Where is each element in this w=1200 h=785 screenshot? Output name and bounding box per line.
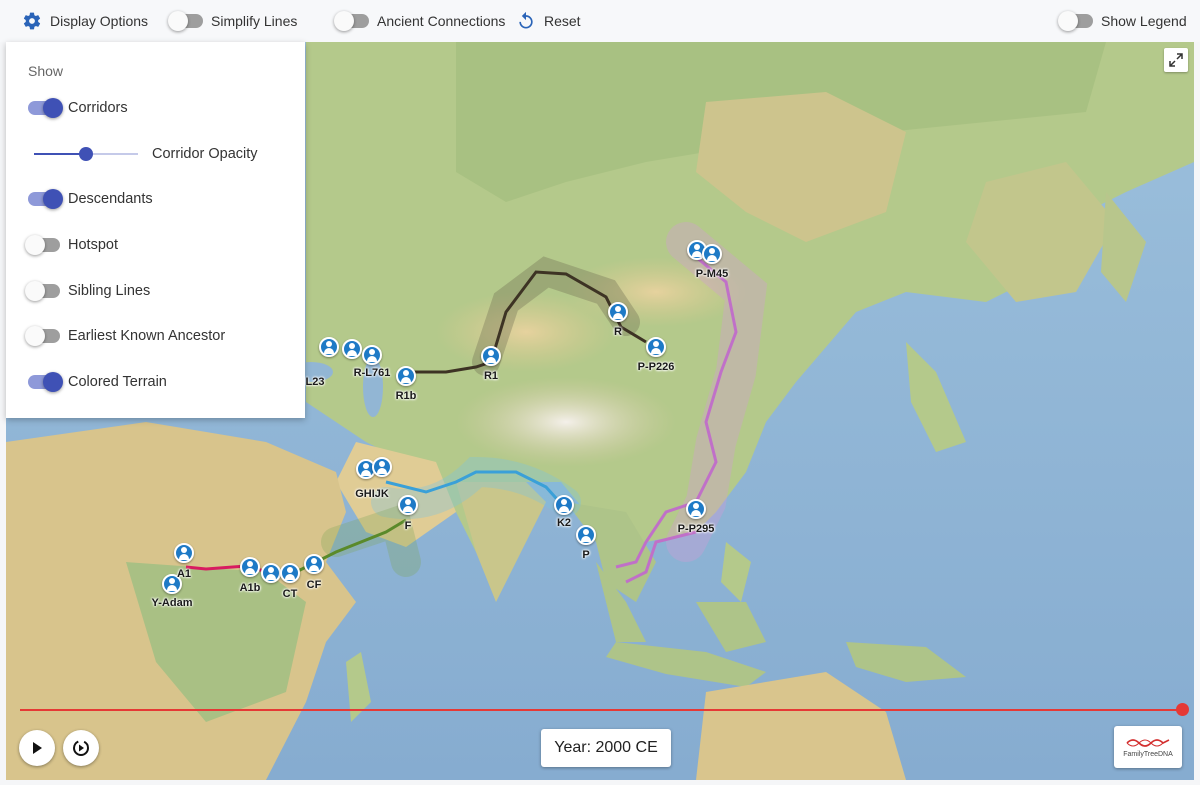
hotspot-label: Hotspot [68,237,118,253]
label-y-adam: Y-Adam [151,597,193,609]
familytreedna-logo: FamilyTreeDNA [1114,726,1182,768]
label-r-l761: R-L761 [353,367,391,379]
hotspot-switch[interactable] [25,235,60,255]
corridor-opacity-slider[interactable] [34,147,138,161]
display-options-panel: Show Corridors Corridor Opacity Descenda… [6,42,305,418]
marker-a1b[interactable] [240,557,260,577]
marker-r[interactable] [608,302,628,322]
hotspot-option[interactable]: Hotspot [25,231,118,259]
earliest-known-ancestor-switch[interactable] [25,326,60,346]
label-a1: A1 [176,568,192,580]
corridor-opacity-row: Corridor Opacity [34,142,294,166]
simplify-lines-toggle[interactable]: Simplify Lines [168,0,298,42]
panel-title: Show [28,63,64,79]
marker-f[interactable] [398,495,418,515]
label-k2: K2 [556,517,572,529]
marker-ct-1[interactable] [261,563,281,583]
marker-r1b[interactable] [396,366,416,386]
label-p-p226: P-P226 [637,361,675,373]
label-ghijk: GHIJK [355,488,389,500]
colored-terrain-label: Colored Terrain [68,374,167,390]
corridors-switch[interactable] [28,98,63,118]
marker-a1[interactable] [174,543,194,563]
colored-terrain-option[interactable]: Colored Terrain [28,368,167,396]
play-icon [33,742,42,754]
corridors-option[interactable]: Corridors [28,94,128,122]
descendants-switch[interactable] [28,189,63,209]
corridor-opacity-label: Corridor Opacity [152,146,258,162]
sibling-lines-switch[interactable] [25,281,60,301]
label-f: F [404,520,412,532]
sibling-lines-option[interactable]: Sibling Lines [25,277,151,305]
marker-r-l761[interactable] [362,345,382,365]
dna-logo-icon [1126,739,1170,747]
label-p: P [582,549,590,561]
sibling-lines-label: Sibling Lines [68,283,151,299]
label-r: R [614,326,622,338]
ancient-connections-switch[interactable] [334,11,369,31]
label-a1b: A1b [239,582,261,594]
descendants-option[interactable]: Descendants [28,185,153,213]
ancient-connections-label: Ancient Connections [377,13,506,29]
timeline-slider[interactable] [20,703,1189,716]
toolbar: Display Options Simplify Lines Ancient C… [0,0,1200,42]
show-legend-label: Show Legend [1101,13,1187,29]
marker-r-l761-1[interactable] [342,339,362,359]
marker-r1[interactable] [481,346,501,366]
label-r1b: R1b [395,390,417,402]
marker-ct[interactable] [280,563,300,583]
show-legend-switch[interactable] [1058,11,1093,31]
earliest-known-ancestor-label: Earliest Known Ancestor [68,328,226,344]
gear-icon [23,12,41,30]
descendants-label: Descendants [68,191,153,207]
marker-l23[interactable] [319,337,339,357]
ancient-connections-toggle[interactable]: Ancient Connections [334,0,506,42]
marker-cf[interactable] [304,554,324,574]
display-options-label: Display Options [50,13,149,29]
fullscreen-button[interactable] [1164,48,1188,72]
display-options-button[interactable]: Display Options [22,0,148,42]
show-legend-toggle[interactable]: Show Legend [1058,0,1187,42]
label-r1: R1 [483,370,499,382]
corridors-label: Corridors [68,100,128,116]
label-p-p295: P-P295 [677,523,715,535]
marker-p-p295[interactable] [686,499,706,519]
simplify-lines-switch[interactable] [168,11,203,31]
colored-terrain-switch[interactable] [28,372,63,392]
year-display: Year: 2000 CE [541,729,671,767]
reset-button[interactable]: Reset [516,0,581,42]
slider-thumb[interactable] [79,147,93,161]
label-cf: CF [306,579,322,591]
earliest-known-ancestor-option[interactable]: Earliest Known Ancestor [25,322,226,350]
label-p-m45: P-M45 [695,268,729,280]
marker-p-p226[interactable] [646,337,666,357]
play-button[interactable] [19,730,55,766]
replay-speed-button[interactable] [63,730,99,766]
timeline-thumb[interactable] [1176,703,1189,716]
marker-k2[interactable] [554,495,574,515]
label-ct: CT [282,588,298,600]
marker-p-m45[interactable] [702,244,722,264]
replay-icon [73,740,89,756]
expand-icon [1169,53,1183,67]
reset-icon [519,11,533,29]
marker-ghijk[interactable] [372,457,392,477]
reset-label: Reset [544,13,581,29]
simplify-lines-label: Simplify Lines [211,13,298,29]
marker-p[interactable] [576,525,596,545]
label-l23: L23 [305,376,325,388]
logo-text: FamilyTreeDNA [1123,751,1173,758]
